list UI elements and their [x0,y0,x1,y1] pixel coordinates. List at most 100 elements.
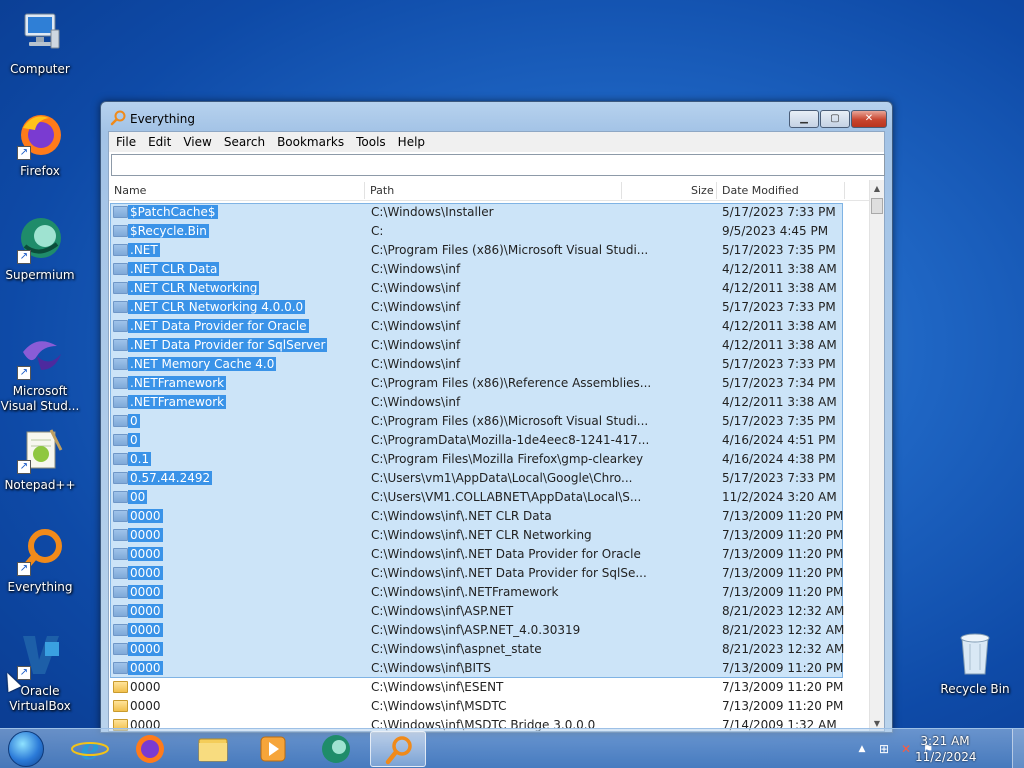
table-row[interactable]: 0000 C:\Windows\inf\.NET Data Provider fo… [109,564,870,583]
desktop-icon-notepad-plus-plus[interactable]: ↗ Notepad++ [0,424,80,493]
row-date-modified: 4/16/2024 4:51 PM [722,433,836,447]
network-icon[interactable]: ⊞ [876,741,892,757]
table-row[interactable]: 0000 C:\Windows\inf\aspnet_state 8/21/2023… [109,640,870,659]
table-row[interactable]: 0000 C:\Windows\inf\.NET CLR Data 7/13/200… [109,507,870,526]
taskbar-everything[interactable] [370,731,426,767]
title-bar[interactable]: Everything ▁ ▢ ✕ [101,102,892,132]
menu-view[interactable]: View [177,132,217,152]
column-header-date[interactable]: Date Modified [722,184,799,197]
row-name: 0000 [128,642,163,656]
virtualbox-icon: ↗ [15,630,65,680]
table-row[interactable]: 0 C:\ProgramData\Mozilla-1de4eec8-1241-41… [109,431,870,450]
table-row[interactable]: .NET CLR Data C:\Windows\inf 4/12/2011 3:3… [109,260,870,279]
volume-muted-icon[interactable]: ✕ [898,741,914,757]
desktop-icon-recycle-bin[interactable]: Recycle Bin [935,628,1015,697]
menu-search[interactable]: Search [218,132,271,152]
column-divider[interactable] [364,182,365,199]
menu-help[interactable]: Help [392,132,431,152]
shortcut-arrow-icon: ↗ [17,146,31,160]
taskbar-supermium[interactable] [308,731,364,767]
row-date-modified: 5/17/2023 7:33 PM [722,300,836,314]
row-name: .NET CLR Data [128,262,220,276]
desktop-icon-firefox[interactable]: ↗ Firefox [0,110,80,179]
row-path: C:\Windows\Installer [371,205,494,219]
close-button[interactable]: ✕ [851,110,887,128]
row-path: C:\Windows\inf [371,357,461,371]
row-date-modified: 4/12/2011 3:38 AM [722,281,837,295]
row-date-modified: 7/13/2009 11:20 PM [722,528,844,542]
table-row[interactable]: .NET CLR Networking C:\Windows\inf 4/12/20… [109,279,870,298]
taskbar-media-player[interactable] [245,731,301,767]
row-date-modified: 7/13/2009 11:20 PM [722,566,844,580]
shortcut-arrow-icon: ↗ [17,562,31,576]
table-row[interactable]: 0000 C:\Windows\inf\MSDTC 7/13/2009 11:20 … [109,697,870,716]
menu-bookmarks[interactable]: Bookmarks [271,132,350,152]
folder-icon [113,548,128,560]
table-row[interactable]: 0000 C:\Windows\inf\ASP.NET 8/21/2023 12:3… [109,602,870,621]
row-name: 0000 [128,585,163,599]
taskbar-firefox[interactable] [122,731,178,767]
vertical-scrollbar[interactable]: ▲ ▼ [869,180,884,731]
row-name: 00 [128,490,148,504]
results-header: Name Path Size Date Modified [109,180,870,201]
svg-text:e: e [80,732,99,767]
search-input[interactable] [111,154,885,176]
row-name: $PatchCache$ [128,205,218,219]
menu-edit[interactable]: Edit [142,132,177,152]
table-row[interactable]: 0.57.44.2492 C:\Users\vm1\AppData\Local\G… [109,469,870,488]
table-row[interactable]: .NET Data Provider for Oracle C:\Windows\… [109,317,870,336]
table-row[interactable]: $Recycle.Bin C: 9/5/2023 4:45 PM [109,222,870,241]
menu-tools[interactable]: Tools [350,132,392,152]
desktop-icon-everything[interactable]: ↗ Everything [0,526,80,595]
show-hidden-icons-icon[interactable]: ▲ [854,741,870,757]
everything-icon [385,736,412,765]
row-name: $Recycle.Bin [128,224,209,238]
row-date-modified: 5/17/2023 7:35 PM [722,414,836,428]
table-row[interactable]: 00 C:\Users\VM1.COLLABNET\AppData\Local\S… [109,488,870,507]
column-header-name[interactable]: Name [114,184,146,197]
table-row[interactable]: 0000 C:\Windows\inf\BITS 7/13/2009 11:20 P… [109,659,870,678]
show-desktop-button[interactable] [1012,729,1024,768]
table-row[interactable]: 0.1 C:\Program Files\Mozilla Firefox\gmp-… [109,450,870,469]
table-row[interactable]: 0000 C:\Windows\inf\.NET Data Provider fo… [109,545,870,564]
column-divider[interactable] [716,182,717,199]
desktop-icon-computer[interactable]: Computer [0,8,80,77]
row-path: C:\Windows\inf [371,281,461,295]
maximize-button[interactable]: ▢ [820,110,850,128]
window-title: Everything [130,112,195,126]
table-row[interactable]: 0000 C:\Windows\inf\ESENT 7/13/2009 11:20 … [109,678,870,697]
column-divider[interactable] [621,182,622,199]
desktop-icon-supermium[interactable]: ↗ Supermium [0,214,80,283]
table-row[interactable]: 0000 C:\Windows\inf\.NET CLR Networking 7/… [109,526,870,545]
row-path: C:\Program Files\Mozilla Firefox\gmp-cle… [371,452,644,466]
table-row[interactable]: 0 C:\Program Files (x86)\Microsoft Visual… [109,412,870,431]
row-name: 0000 [128,661,163,675]
start-button[interactable] [4,730,48,768]
scroll-up-arrow-icon[interactable]: ▲ [870,182,884,196]
table-row[interactable]: 0000 C:\Windows\inf\ASP.NET_4.0.30319 8/21… [109,621,870,640]
row-name: 0000 [128,623,163,637]
table-row[interactable]: .NET C:\Program Files (x86)\Microsoft Vis… [109,241,870,260]
table-row[interactable]: .NET Data Provider for SqlServer C:\Windo… [109,336,870,355]
desktop-icon-visual-studio[interactable]: ↗ Microsoft Visual Stud... [0,330,80,414]
column-header-path[interactable]: Path [370,184,394,197]
clock-date: 11/2/2024 [915,750,977,764]
scroll-thumb[interactable] [871,198,883,214]
table-row[interactable]: .NETFramework C:\Windows\inf 4/12/2011 3:3… [109,393,870,412]
taskbar-internet-explorer[interactable]: e [62,731,118,767]
results-list[interactable]: $PatchCache$ C:\Windows\Installer 5/17/202… [109,203,870,731]
table-row[interactable]: .NETFramework C:\Program Files (x86)\Refe… [109,374,870,393]
minimize-button[interactable]: ▁ [789,110,819,128]
table-row[interactable]: $PatchCache$ C:\Windows\Installer 5/17/202… [109,203,870,222]
clock[interactable]: 3:21 AM 11/2/2024 [915,733,977,765]
column-divider[interactable] [844,182,845,199]
table-row[interactable]: .NET Memory Cache 4.0 C:\Windows\inf 5/17/… [109,355,870,374]
table-row[interactable]: .NET CLR Networking 4.0.0.0 C:\Windows\in… [109,298,870,317]
row-date-modified: 4/12/2011 3:38 AM [722,338,837,352]
recycle-bin-icon [950,628,1000,678]
firefox-icon: ↗ [15,110,65,160]
table-row[interactable]: 0000 C:\Windows\inf\.NETFramework 7/13/200… [109,583,870,602]
menu-file[interactable]: File [109,132,142,152]
column-header-size[interactable]: Size [691,184,714,197]
taskbar-file-explorer[interactable] [185,731,241,767]
